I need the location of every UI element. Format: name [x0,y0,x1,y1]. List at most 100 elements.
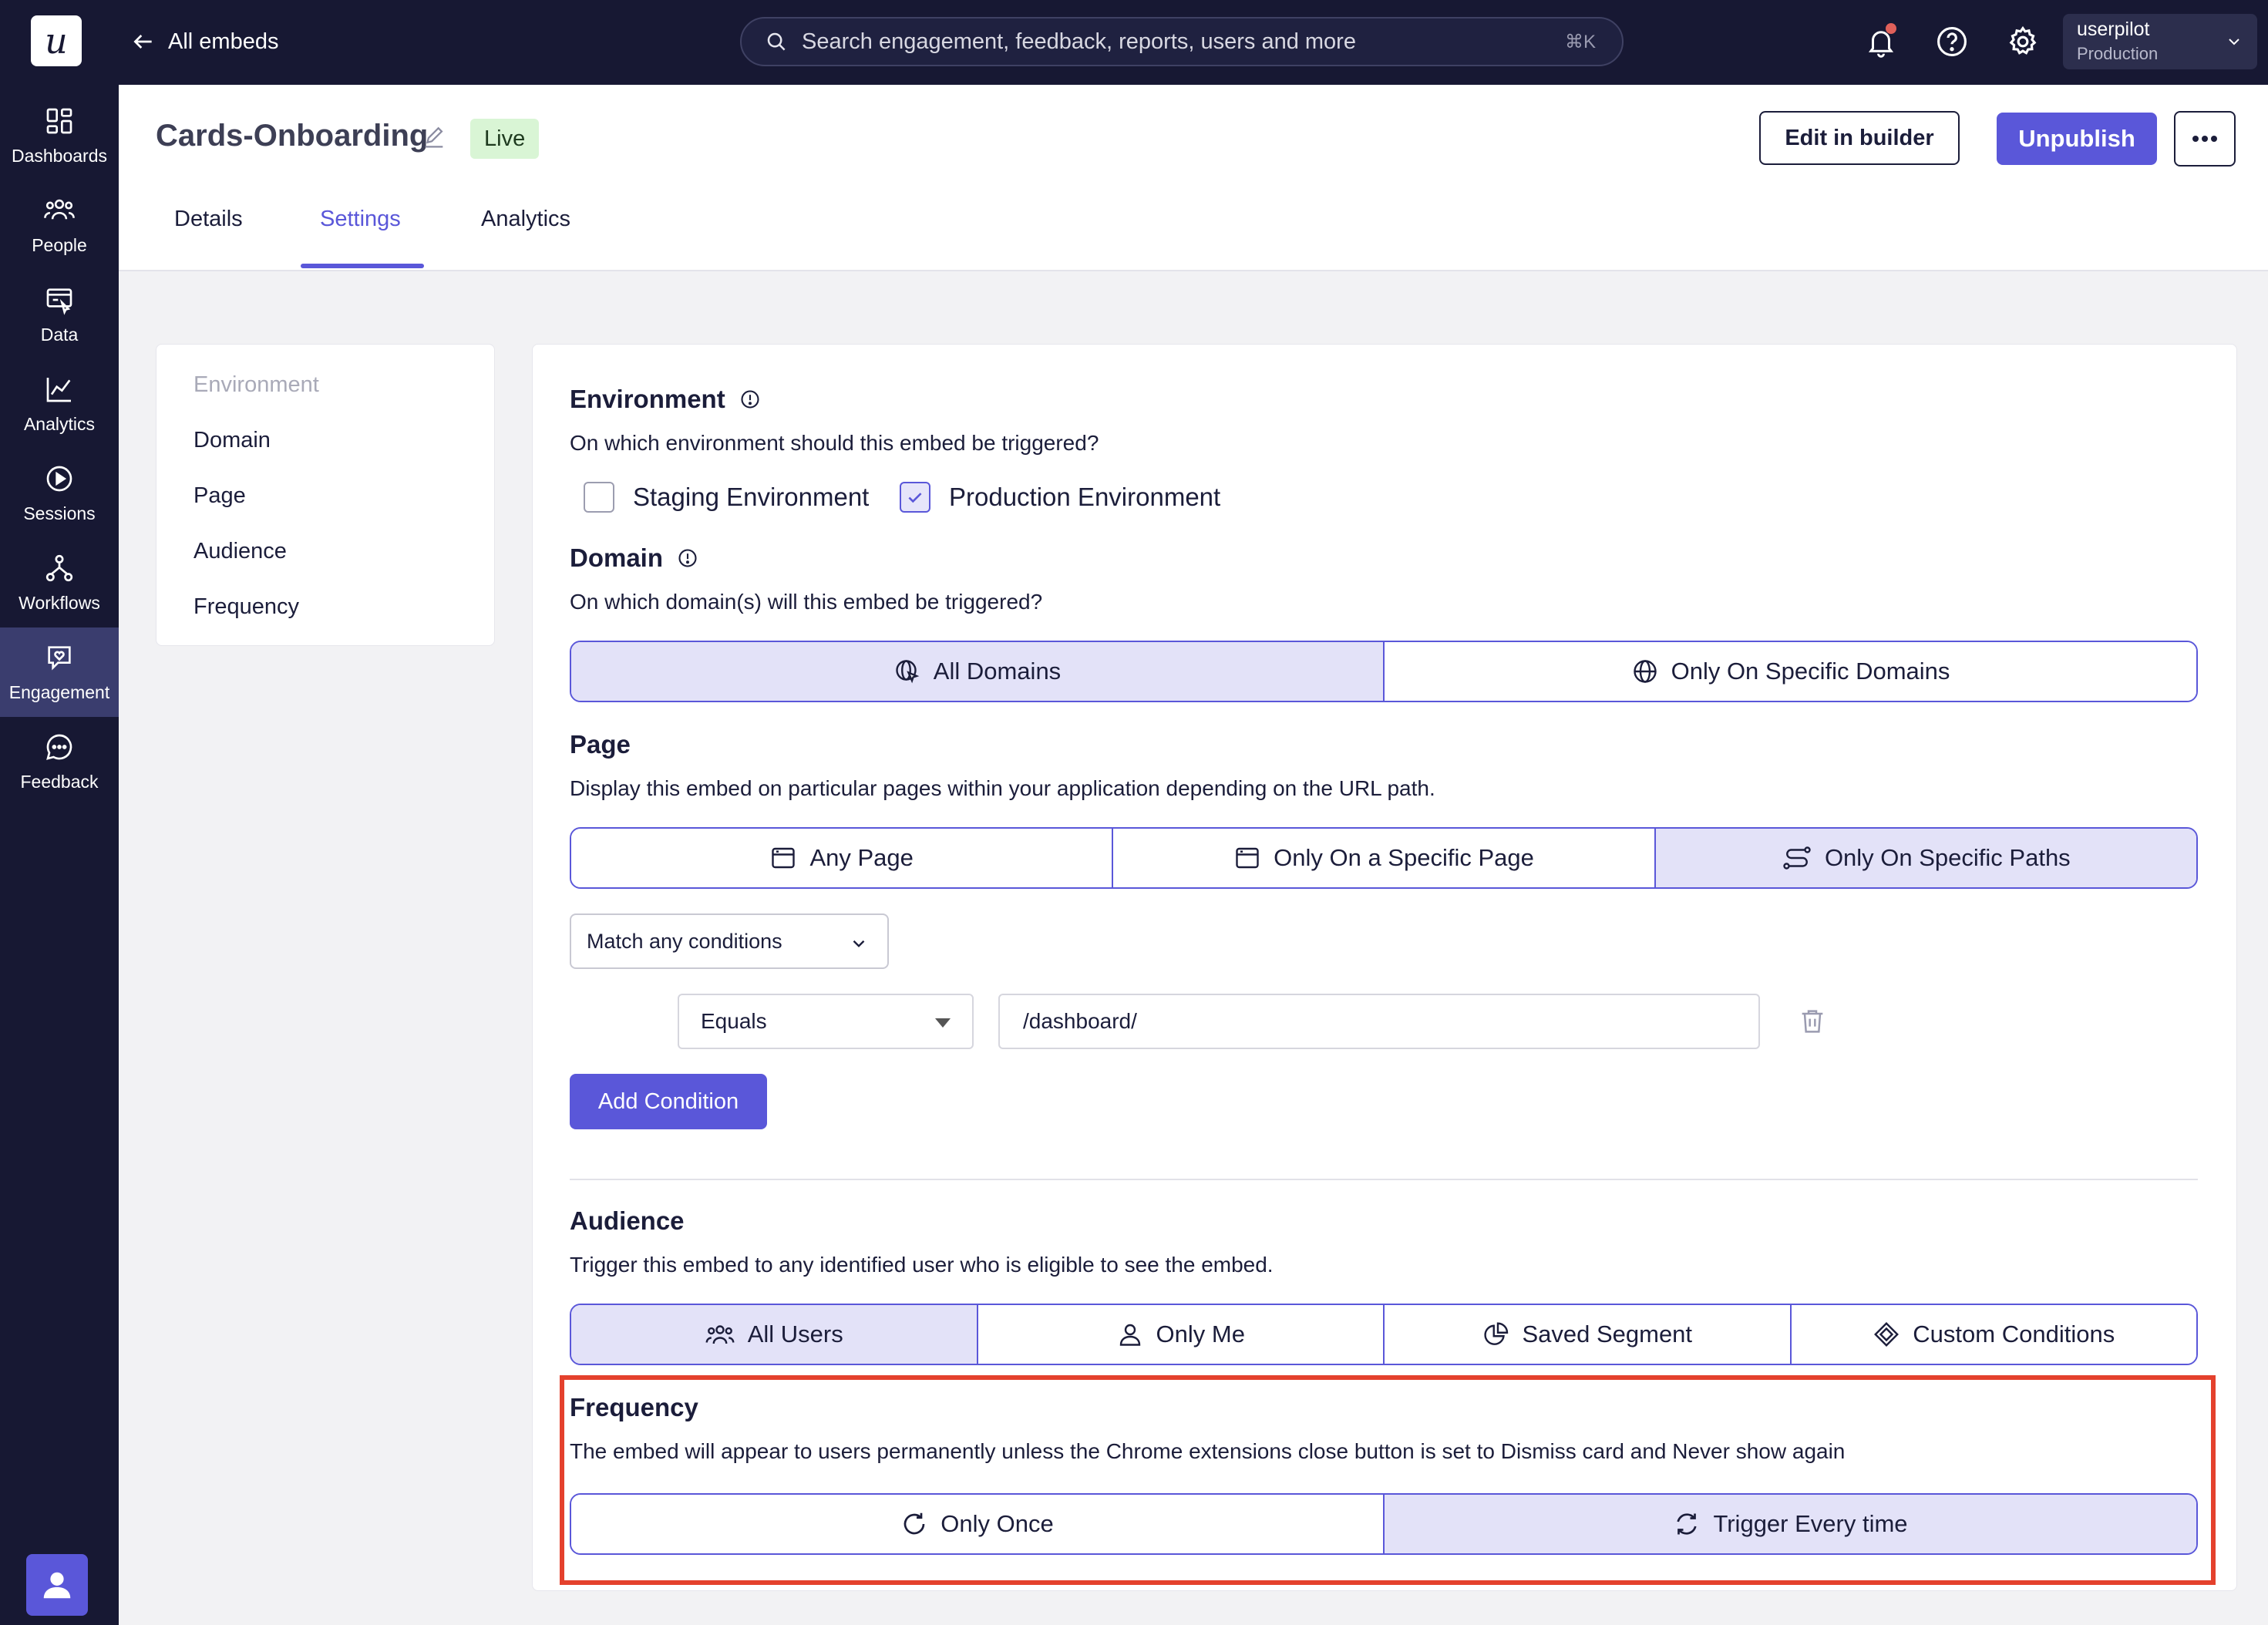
notification-dot [1886,23,1896,34]
sidebar-item-people[interactable]: People [0,180,119,270]
help-button[interactable] [1930,20,1974,63]
option-only-me[interactable]: Only Me [978,1305,1385,1364]
audience-title: Audience [570,1206,685,1235]
option-label: Only On Specific Domains [1671,658,1950,685]
user-profile-button[interactable] [26,1554,88,1616]
option-any-page[interactable]: Any Page [571,829,1114,887]
top-bar: All embeds ⌘K userpilot Production [119,0,2268,85]
global-search[interactable]: ⌘K [740,17,1624,66]
sessions-icon [46,466,72,491]
sidebar-item-label: Workflows [19,592,100,613]
edit-in-builder-button[interactable]: Edit in builder [1759,111,1960,165]
pencil-icon[interactable] [421,125,447,151]
sidebar-item-label: Feedback [20,771,99,792]
pie-chart-icon [1484,1322,1509,1345]
option-label: Any Page [809,844,914,871]
sidebar-item-analytics[interactable]: Analytics [0,359,119,449]
more-options-button[interactable] [2174,111,2236,167]
sidebar-item-dashboards[interactable]: Dashboards [0,91,119,180]
option-label: All Domains [933,658,1062,685]
info-icon[interactable] [677,547,698,569]
condition-operator-select[interactable]: Equals [678,994,974,1049]
account-name: userpilot [2077,19,2150,40]
sidebar-item-workflows[interactable]: Workflows [0,538,119,627]
account-switcher[interactable]: userpilot Production [2063,14,2257,69]
search-shortcut: ⌘K [1564,32,1596,52]
feedback-icon [46,734,72,760]
option-all-domains[interactable]: All Domains [571,642,1385,701]
section-nav-frequency[interactable]: Frequency [193,594,299,620]
production-checkbox[interactable] [900,482,930,513]
audience-heading: Audience [570,1206,685,1236]
sidebar-item-label: Engagement [8,681,110,702]
sidebar-item-data[interactable]: Data [0,270,119,359]
option-all-users[interactable]: All Users [571,1305,978,1364]
account-environment: Production [2077,44,2159,63]
route-path-icon [1783,846,1811,870]
option-label: Saved Segment [1522,1321,1693,1347]
option-custom-conditions[interactable]: Custom Conditions [1791,1305,2196,1364]
users-group-icon [705,1325,735,1344]
diamond-icon [1874,1322,1900,1347]
option-specific-domains[interactable]: Only On Specific Domains [1385,642,2196,701]
trash-icon[interactable] [1797,1006,1828,1037]
option-specific-page[interactable]: Only On a Specific Page [1113,829,1656,887]
workflows-icon [45,554,73,581]
caret-down-icon [935,1018,951,1028]
option-saved-segment[interactable]: Saved Segment [1385,1305,1792,1364]
dashboard-icon [46,108,72,133]
option-label: Only On Specific Paths [1824,844,2071,871]
info-icon[interactable] [739,389,761,410]
section-nav-environment[interactable]: Environment [193,372,319,398]
globe-icon [1633,660,1657,683]
environment-heading: Environment [570,385,761,414]
embed-header: Cards-Onboarding Live Edit in builder Un… [119,85,2268,271]
notifications-button[interactable] [1859,20,1903,63]
back-label: All embeds [168,29,279,54]
engagement-icon [48,645,71,671]
people-icon [44,199,75,219]
domain-title: Domain [570,543,664,572]
section-nav-domain[interactable]: Domain [193,428,271,453]
search-icon [767,32,786,51]
settings-section-nav: Environment Domain Page Audience Frequen… [156,344,495,646]
frequency-highlight-box [560,1375,2216,1585]
staging-checkbox[interactable] [584,482,614,513]
left-sidebar: u Dashboards People Data Analytics Sessi… [0,0,119,1625]
add-condition-button[interactable]: Add Condition [570,1074,767,1129]
userpilot-logo[interactable]: u [31,15,82,66]
page-options: Any Page Only On a Specific Page Only On… [570,827,2198,889]
production-environment-option[interactable]: Production Environment [900,482,1220,513]
chevron-down-icon [853,940,865,947]
status-badge: Live [470,119,540,159]
sidebar-item-label: People [32,234,87,255]
match-conditions-select[interactable]: Match any conditions [570,913,889,969]
arrow-left-icon [133,35,152,49]
page-title: Cards-Onboarding [156,119,429,153]
chevron-down-icon [2229,39,2239,45]
tab-analytics[interactable]: Analytics [481,207,570,232]
help-icon [1937,27,1967,56]
option-specific-paths[interactable]: Only On Specific Paths [1655,829,2196,887]
staging-environment-option[interactable]: Staging Environment [584,482,869,513]
unpublish-button[interactable]: Unpublish [1997,113,2157,165]
sidebar-item-engagement[interactable]: Engagement [0,627,119,717]
option-label: All Users [747,1321,843,1347]
sidebar-item-label: Sessions [23,503,96,523]
condition-value-input[interactable] [998,994,1760,1049]
sidebar-item-feedback[interactable]: Feedback [0,717,119,806]
section-nav-audience[interactable]: Audience [193,539,287,564]
option-label: Only Me [1156,1321,1245,1347]
search-input[interactable] [802,29,1542,55]
sidebar-item-sessions[interactable]: Sessions [0,449,119,538]
back-to-all-embeds-link[interactable]: All embeds [131,23,278,60]
section-nav-page[interactable]: Page [193,483,246,509]
sidebar-item-label: Analytics [23,413,96,434]
section-divider [570,1179,2198,1180]
tab-settings[interactable]: Settings [320,207,401,232]
user-icon [1119,1324,1140,1346]
staging-label: Staging Environment [633,483,870,511]
domain-heading: Domain [570,543,698,573]
tab-details[interactable]: Details [174,207,243,232]
settings-button[interactable] [2001,20,2044,63]
